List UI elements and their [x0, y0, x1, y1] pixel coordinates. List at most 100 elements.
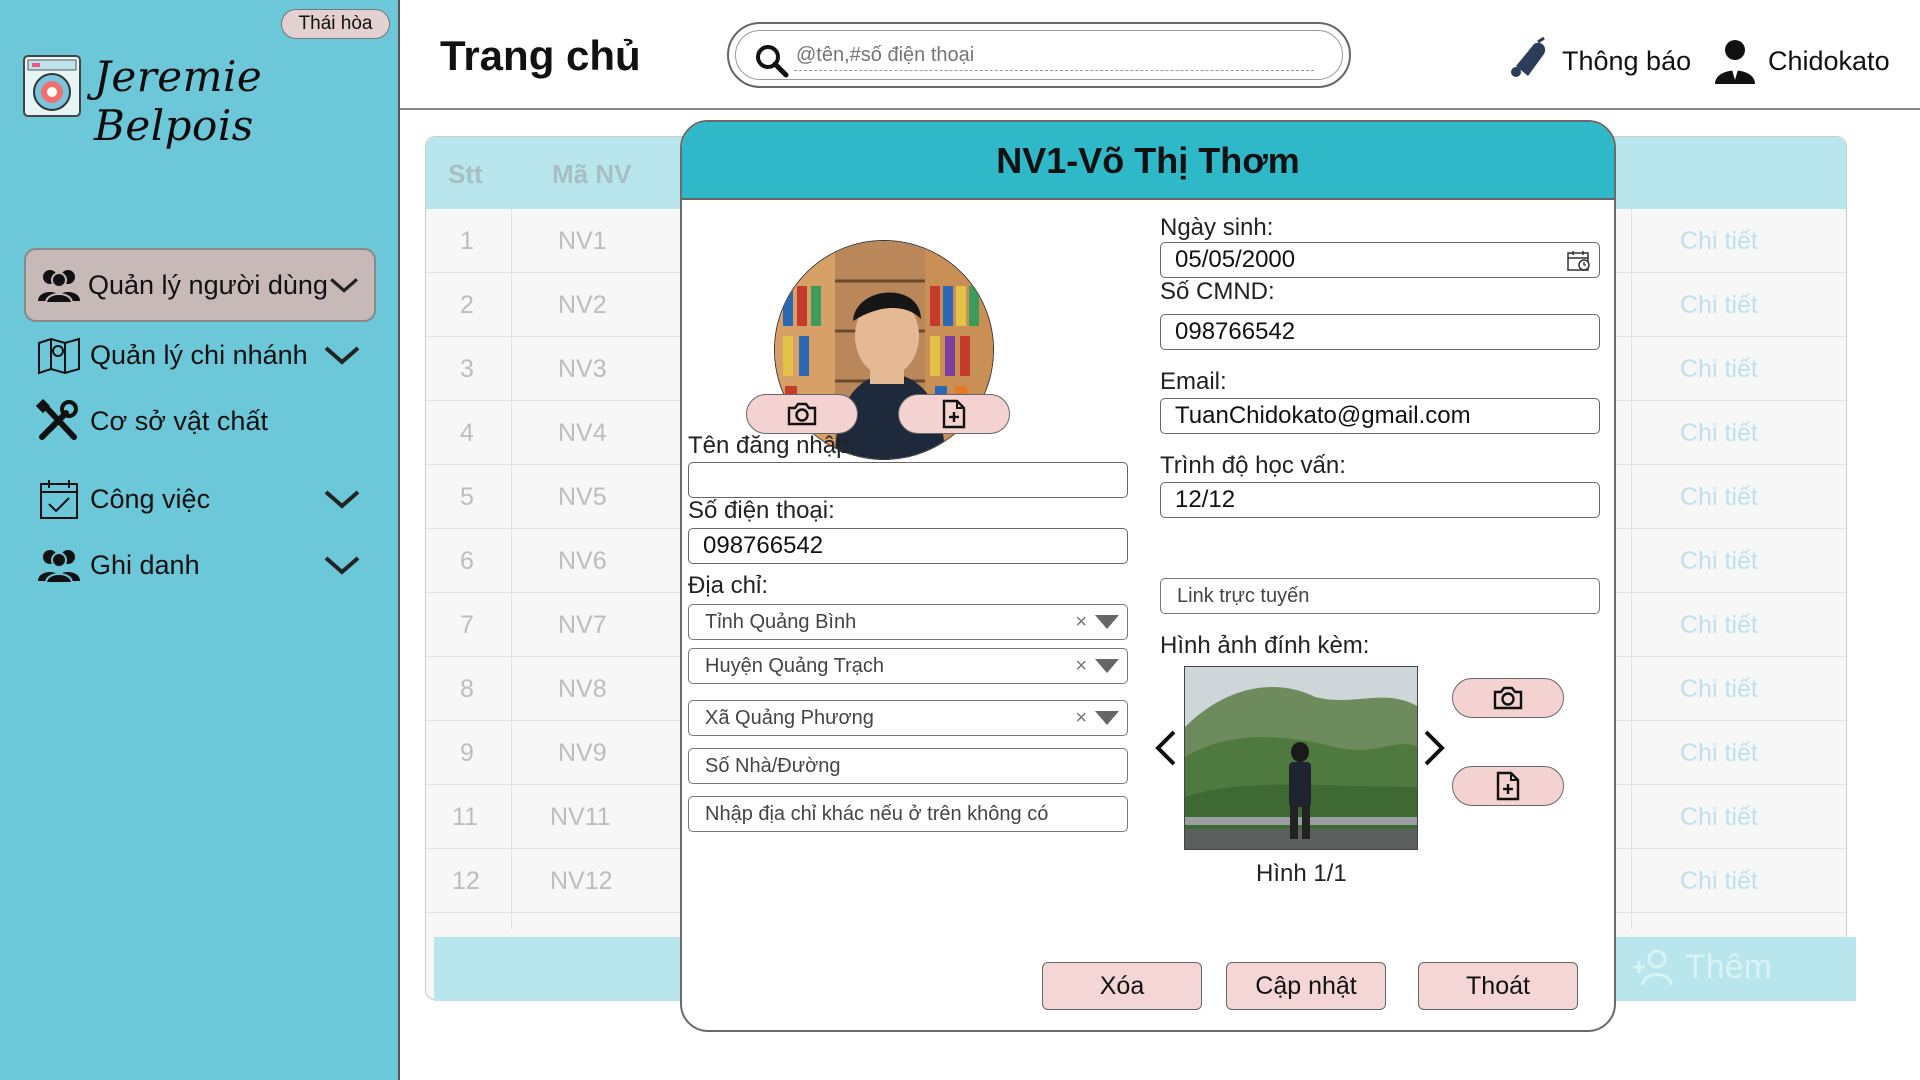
bell-icon	[1511, 36, 1546, 77]
exit-button[interactable]: Thoát	[1418, 962, 1578, 1010]
image-counter: Hình 1/1	[1256, 860, 1347, 887]
camera-icon	[1493, 686, 1523, 710]
row-code: NV2	[558, 291, 607, 319]
file-add-icon	[942, 399, 966, 429]
logo-icon	[22, 50, 84, 120]
add-label: Thêm	[1685, 947, 1772, 986]
dropdown-arrow-icon	[1095, 711, 1119, 725]
street-input[interactable]: Số Nhà/Đường	[688, 748, 1128, 784]
row-code: NV5	[558, 483, 607, 511]
email-input[interactable]: TuanChidokato@gmail.com	[1160, 398, 1600, 434]
search-icon	[756, 45, 789, 78]
row-stt: 6	[460, 547, 474, 575]
sidebar-item-label: Ghi danh	[90, 549, 200, 580]
sidebar-item-tasks[interactable]: Công việc	[24, 462, 376, 536]
education-label: Trình độ học vấn:	[1160, 452, 1346, 479]
add-employee-button[interactable]: Thêm	[1629, 947, 1772, 987]
clear-icon[interactable]: ×	[1075, 649, 1087, 683]
avatar-upload-button[interactable]	[898, 394, 1010, 434]
top-header: Trang chủ Thông báo Chidokato	[400, 0, 1920, 110]
id-input[interactable]: 098766542	[1160, 314, 1600, 350]
phone-input[interactable]: 098766542	[688, 528, 1128, 564]
calendar-check-icon	[34, 476, 84, 522]
detail-link[interactable]: Chi tiết	[1680, 483, 1758, 512]
email-label: Email:	[1160, 368, 1227, 395]
user-name: Chidokato	[1768, 45, 1890, 76]
branch-badge[interactable]: Thái hòa	[281, 9, 390, 39]
column-header-code: Mã NV	[552, 159, 632, 189]
detail-link[interactable]: Chi tiết	[1680, 803, 1758, 832]
username-input[interactable]	[688, 462, 1128, 498]
row-stt: 1	[460, 227, 474, 255]
ward-select[interactable]: Xã Quảng Phương ×	[688, 700, 1128, 736]
province-select[interactable]: Tỉnh Quảng Bình ×	[688, 604, 1128, 640]
detail-link[interactable]: Chi tiết	[1680, 547, 1758, 576]
row-stt: 3	[460, 355, 474, 383]
sidebar-item-branch-management[interactable]: Quản lý chi nhánh	[24, 318, 376, 392]
row-code: NV3	[558, 355, 607, 383]
chevron-right-icon[interactable]	[1422, 728, 1446, 768]
row-stt: 2	[460, 291, 474, 319]
page-title: Trang chủ	[440, 32, 641, 79]
district-select[interactable]: Huyện Quảng Trạch ×	[688, 648, 1128, 684]
employee-detail-modal: NV1-Võ Thị Thơm Tên đăng nhập: Số điện t…	[680, 120, 1616, 1032]
sidebar-item-user-management[interactable]: Quản lý người dùng	[24, 248, 376, 322]
row-stt: 11	[452, 803, 478, 831]
row-code: NV12	[550, 867, 613, 895]
attachment-image[interactable]	[1184, 666, 1418, 850]
street-placeholder: Số Nhà/Đường	[705, 755, 841, 777]
search-input[interactable]	[794, 41, 1314, 71]
update-button[interactable]: Cập nhật	[1226, 962, 1386, 1010]
attachment-upload-button[interactable]	[1452, 766, 1564, 806]
row-stt: 9	[460, 739, 474, 767]
detail-link[interactable]: Chi tiết	[1680, 739, 1758, 768]
dropdown-arrow-icon	[1095, 659, 1119, 673]
clear-icon[interactable]: ×	[1075, 605, 1087, 639]
detail-link[interactable]: Chi tiết	[1680, 291, 1758, 320]
detail-link[interactable]: Chi tiết	[1680, 227, 1758, 256]
search-bar[interactable]	[727, 22, 1351, 88]
modal-title: NV1-Võ Thị Thơm	[682, 122, 1614, 200]
chevron-down-icon	[324, 346, 360, 365]
id-label: Số CMND:	[1160, 278, 1275, 305]
calendar-icon[interactable]	[1567, 250, 1591, 272]
file-add-icon	[1496, 771, 1520, 801]
avatar-camera-button[interactable]	[746, 394, 858, 434]
online-link-input[interactable]: Link trực tuyến	[1160, 578, 1600, 614]
detail-link[interactable]: Chi tiết	[1680, 675, 1758, 704]
chevron-left-icon[interactable]	[1154, 728, 1178, 768]
address-label: Địa chỉ:	[688, 572, 769, 599]
users-icon	[34, 542, 84, 588]
district-value: Huyện Quảng Trạch	[705, 655, 884, 677]
row-stt: 8	[460, 675, 474, 703]
add-user-icon	[1633, 949, 1673, 986]
row-code: NV7	[558, 611, 607, 639]
dob-input[interactable]: 05/05/2000	[1160, 242, 1600, 278]
sidebar-item-facilities[interactable]: Cơ sở vật chất	[24, 384, 376, 458]
map-icon	[34, 332, 84, 378]
user-menu[interactable]: Chidokato	[1710, 36, 1890, 86]
users-icon	[36, 262, 82, 308]
user-avatar-icon	[1715, 40, 1755, 84]
education-input[interactable]: 12/12	[1160, 482, 1600, 518]
row-stt: 4	[460, 419, 474, 447]
attachment-camera-button[interactable]	[1452, 678, 1564, 718]
sidebar-item-label: Quản lý người dùng	[88, 269, 328, 300]
detail-link[interactable]: Chi tiết	[1680, 611, 1758, 640]
row-code: NV1	[558, 227, 607, 255]
chevron-down-icon	[324, 490, 360, 509]
detail-link[interactable]: Chi tiết	[1680, 419, 1758, 448]
other-address-input[interactable]: Nhập địa chỉ khác nếu ở trên không có	[688, 796, 1128, 832]
chevron-down-icon	[330, 278, 358, 293]
dropdown-arrow-icon	[1095, 615, 1119, 629]
attachments-label: Hình ảnh đính kèm:	[1160, 632, 1370, 659]
detail-link[interactable]: Chi tiết	[1680, 355, 1758, 384]
delete-button[interactable]: Xóa	[1042, 962, 1202, 1010]
province-value: Tỉnh Quảng Bình	[705, 611, 857, 633]
detail-link[interactable]: Chi tiết	[1680, 867, 1758, 896]
row-stt: 5	[460, 483, 474, 511]
sidebar-item-enrollment[interactable]: Ghi danh	[24, 528, 376, 602]
notifications-button[interactable]: Thông báo	[1504, 36, 1691, 86]
sidebar-item-label: Cơ sở vật chất	[90, 405, 268, 436]
clear-icon[interactable]: ×	[1075, 701, 1087, 735]
